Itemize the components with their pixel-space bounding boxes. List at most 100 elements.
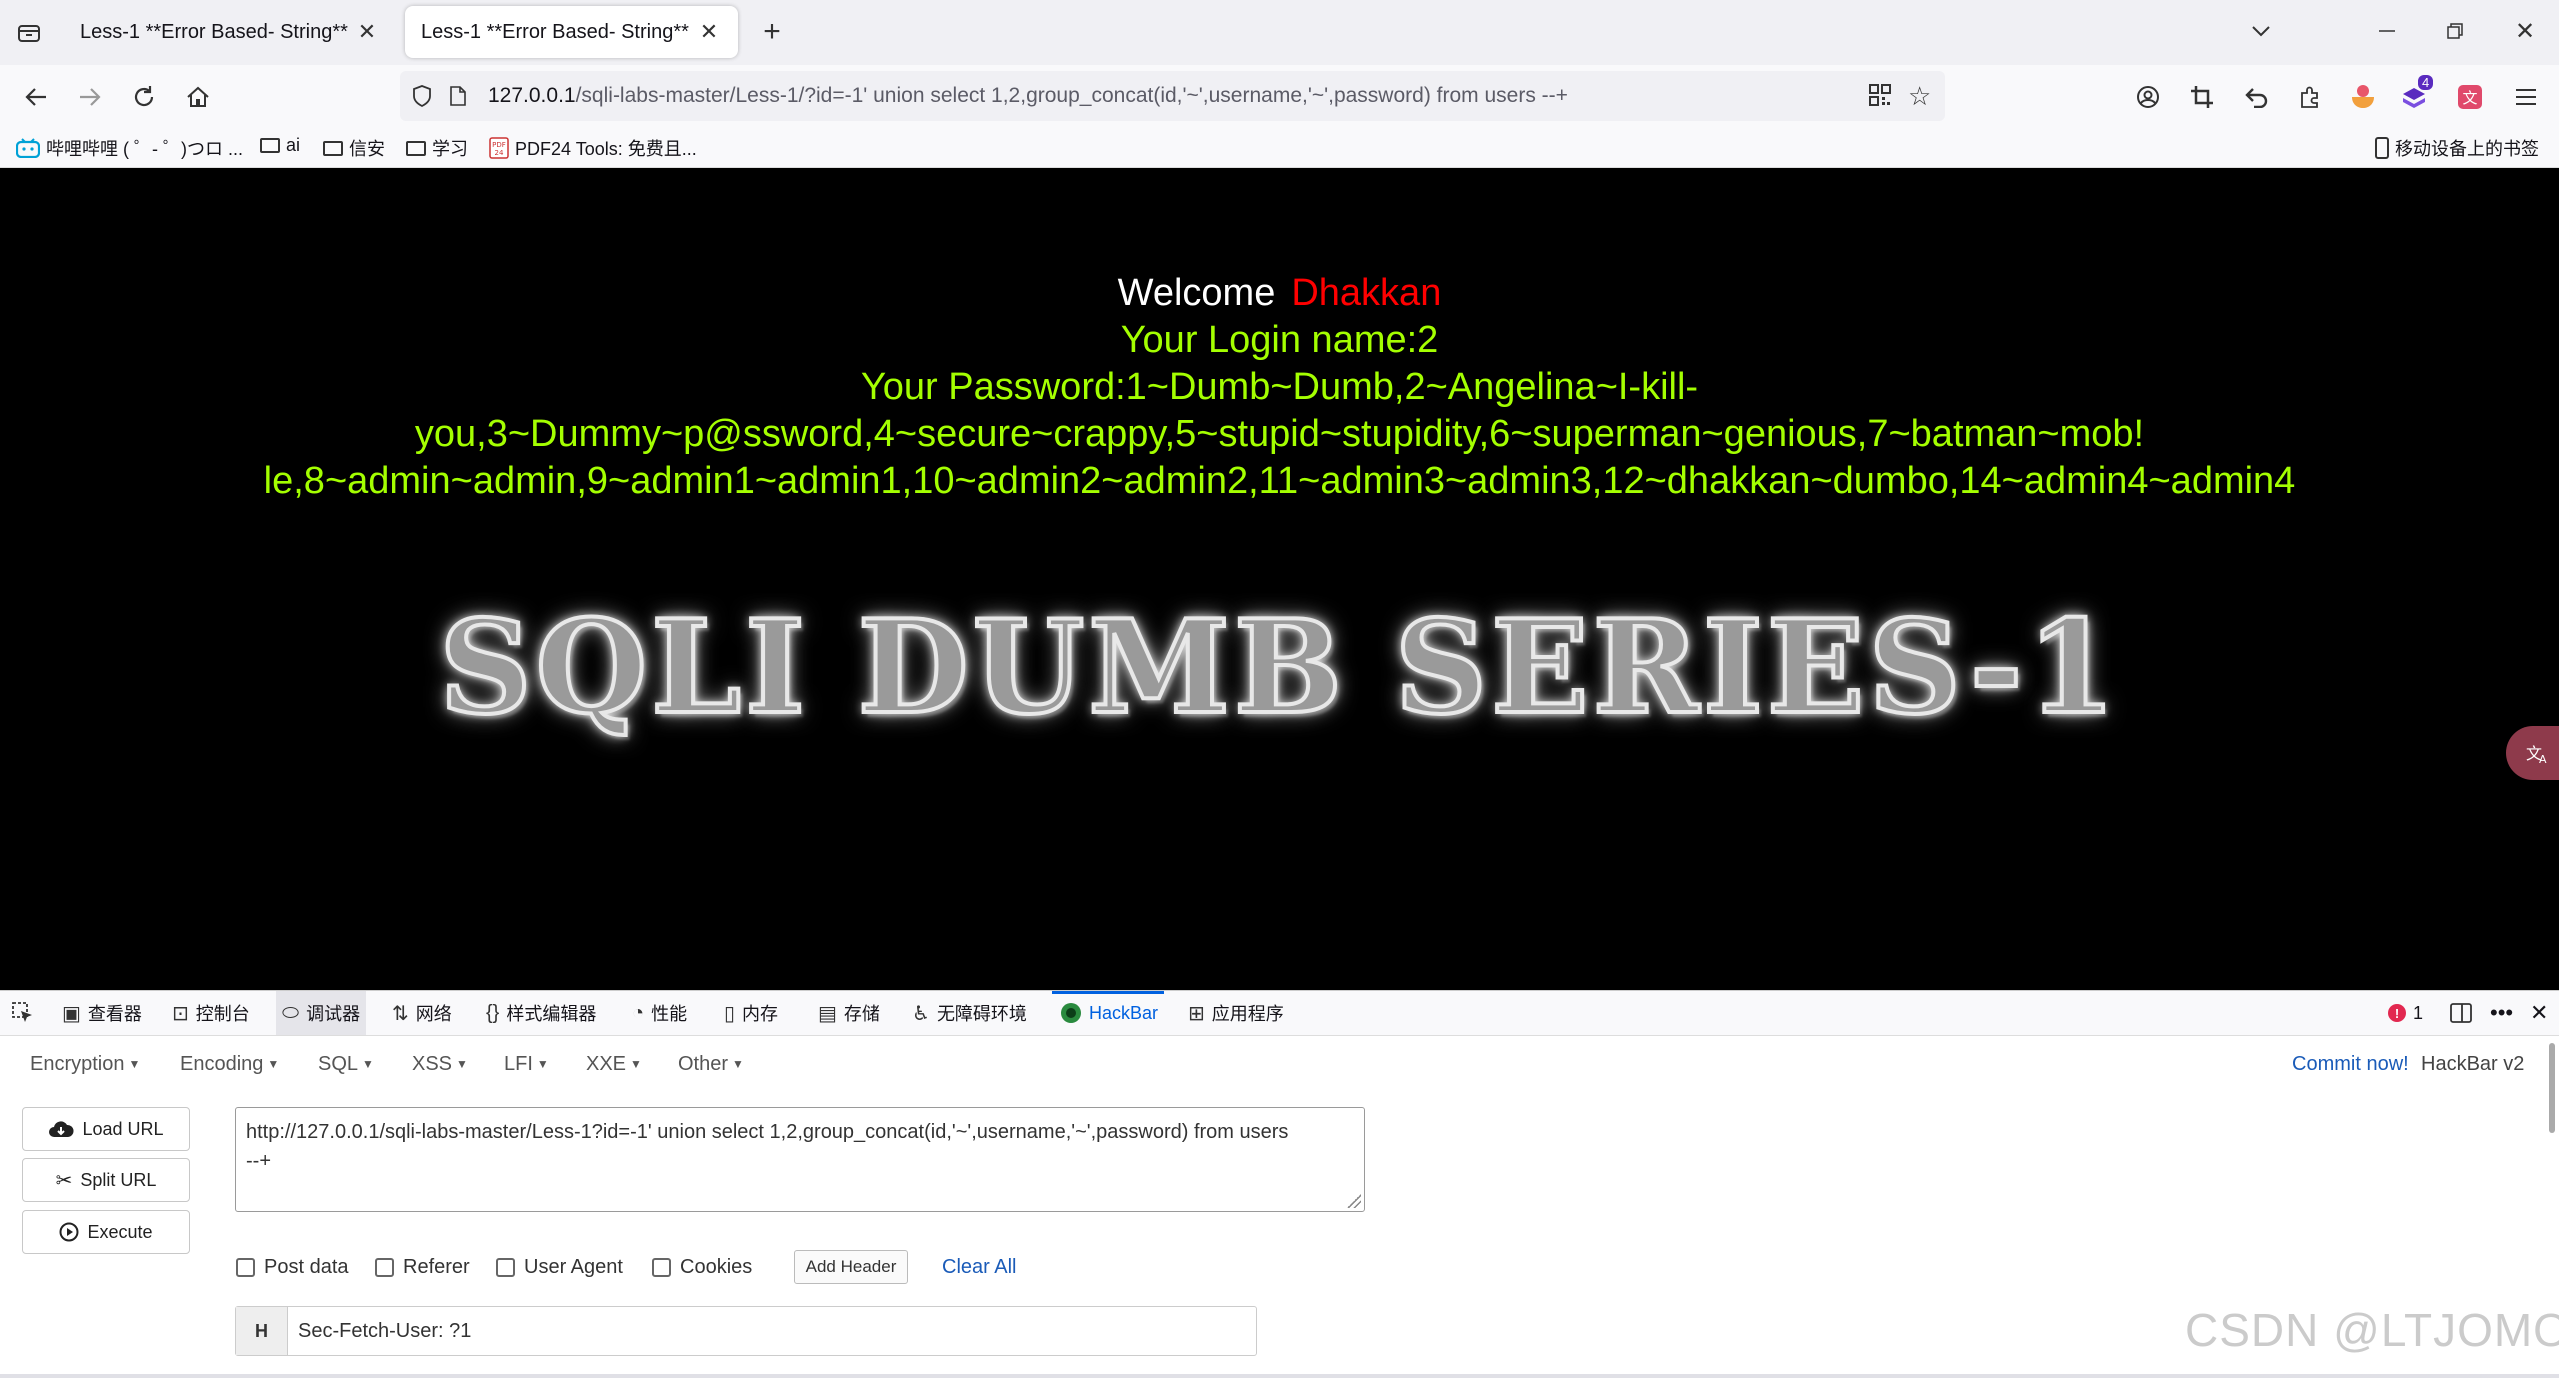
checkbox-box[interactable] [496,1258,515,1277]
window-close-icon[interactable]: ✕ [2510,16,2540,46]
devtools-close-icon[interactable]: ✕ [2530,991,2548,1035]
add-header-button[interactable]: Add Header [794,1250,908,1284]
crop-icon[interactable] [2182,77,2222,117]
page-icon[interactable] [450,86,474,106]
referer-checkbox[interactable]: Referer [375,1256,470,1279]
bookmark-bilibili[interactable]: 哔哩哔哩 ( ゜- ゜)つロ ... [16,135,243,161]
scrollbar-thumb[interactable] [2549,1043,2555,1133]
bookmark-star-icon[interactable]: ☆ [1908,81,1931,112]
close-icon[interactable]: ✕ [696,19,722,45]
caret-down-icon: ▼ [362,1057,374,1071]
minimize-icon[interactable] [2372,16,2402,46]
tab-console[interactable]: ⊡ 控制台 [172,991,250,1035]
bookmark-folder-xinan[interactable]: 信安 [323,135,385,161]
more-options-icon[interactable]: ••• [2490,991,2513,1035]
qr-code-icon[interactable] [1868,83,1892,107]
execute-button[interactable]: Execute [22,1210,190,1254]
tab-inspector[interactable]: ▣ 查看器 [62,991,142,1035]
new-tab-button[interactable]: + [755,14,789,50]
accessibility-icon: ♿ [912,1002,930,1025]
folder-icon [260,138,280,153]
svg-text:PDF: PDF [492,141,506,149]
tab-memory[interactable]: ▯ 内存 [724,991,778,1035]
browser-tab-2[interactable]: Less-1 **Error Based- String** ✕ [405,6,738,58]
clear-all-link[interactable]: Clear All [942,1256,1016,1279]
menu-icon[interactable] [2506,77,2546,117]
tab-application[interactable]: ⊞ 应用程序 [1188,991,1284,1035]
query-result: Welcome Dhakkan Your Login name:2 Your Pa… [0,270,2559,505]
split-url-button[interactable]: ✂ Split URL [22,1158,190,1202]
error-count-badge[interactable]: ! 1 [2388,991,2423,1035]
error-icon: ! [2388,1004,2406,1022]
login-name-line: Your Login name:2 [1120,319,1439,361]
load-url-button[interactable]: Load URL [22,1107,190,1151]
bookmark-label: PDF24 Tools: 免费且... [515,139,697,159]
checkbox-box[interactable] [236,1258,255,1277]
svg-text:24: 24 [495,149,504,157]
tab-storage[interactable]: ▤ 存储 [818,991,880,1035]
translate-extension-icon[interactable]: 文 [2450,77,2490,117]
extension-badge-icon[interactable]: 4 [2396,75,2436,117]
bookmark-folder-xuexi[interactable]: 学习 [406,135,468,161]
menu-sql[interactable]: SQL ▼ [318,1053,374,1076]
tab-hackbar[interactable]: HackBar [1051,991,1165,1035]
tab-title: Less-1 **Error Based- String** [80,20,348,43]
bookmark-pdf24[interactable]: PDF 24 PDF24 Tools: 免费且... [489,135,697,161]
address-bar[interactable]: 127.0.0.1/sqli-labs-master/Less-1/?id=-1… [400,71,1945,121]
checkbox-box[interactable] [652,1258,671,1277]
resize-handle-icon[interactable] [1347,1194,1361,1208]
dock-side-icon[interactable] [2450,991,2472,1035]
reload-button[interactable] [124,77,164,117]
close-icon[interactable]: ✕ [354,19,380,45]
storage-icon: ▤ [818,1002,837,1025]
chevron-down-icon[interactable] [2246,16,2276,46]
tab-accessibility[interactable]: ♿ 无障碍环境 [912,991,1027,1035]
tab-style-editor[interactable]: {} 样式编辑器 [486,991,596,1035]
navigation-bar: 127.0.0.1/sqli-labs-master/Less-1/?id=-1… [0,65,2559,127]
bookmark-label: 学习 [432,139,468,159]
menu-encryption[interactable]: Encryption ▼ [30,1053,140,1076]
bookmark-label: 移动设备上的书签 [2395,139,2539,159]
browser-tab-1[interactable]: Less-1 **Error Based- String** ✕ [64,6,396,58]
hackbar-menu: Encryption ▼ Encoding ▼ SQL ▼ XSS ▼ LFI ▼ XXE… [0,1036,2559,1091]
user-agent-checkbox[interactable]: User Agent [496,1256,623,1279]
bilibili-icon [16,138,40,158]
post-data-checkbox[interactable]: Post data [236,1256,349,1279]
caret-down-icon: ▼ [536,1057,549,1071]
bookmark-folder-ai[interactable]: ai [260,135,300,156]
welcome-text: Welcome [1117,272,1276,314]
restore-icon[interactable] [2440,16,2470,46]
tab-debugger[interactable]: ⬭ 调试器 [276,991,367,1035]
forward-button[interactable] [70,77,110,117]
extensions-icon[interactable] [2290,77,2330,117]
commit-now-link[interactable]: Commit now! [2292,1053,2409,1076]
translate-float-icon[interactable]: 文A [2506,726,2559,780]
extension-bowl-icon[interactable] [2343,77,2383,117]
undo-icon[interactable] [2236,77,2276,117]
checkbox-box[interactable] [375,1258,394,1277]
tab-performance[interactable]: ◔ 性能 [632,991,687,1035]
element-picker-icon[interactable] [12,991,34,1035]
menu-lfi[interactable]: LFI ▼ [504,1053,549,1076]
tab-list-icon[interactable] [14,18,44,48]
menu-xss[interactable]: XSS ▼ [412,1053,468,1076]
home-button[interactable] [178,77,218,117]
shield-icon[interactable] [412,85,436,107]
menu-other[interactable]: Other ▼ [678,1053,744,1076]
performance-icon: ◔ [632,1001,645,1024]
url-host: 127.0.0.1 [488,84,576,107]
tab-network[interactable]: ⇅ 网络 [392,991,452,1035]
menu-encoding[interactable]: Encoding ▼ [180,1053,279,1076]
custom-header-row: H Sec-Fetch-User: ?1 [235,1306,1257,1356]
bookmarks-toolbar: 哔哩哔哩 ( ゜- ゜)つロ ... ai 信安 学习 PDF 24 PDF24 … [0,127,2559,168]
back-button[interactable] [16,77,56,117]
hackbar-version: HackBar v2 [2421,1053,2525,1075]
cookies-checkbox[interactable]: Cookies [652,1256,752,1279]
menu-xxe[interactable]: XXE ▼ [586,1053,642,1076]
account-icon[interactable] [2128,77,2168,117]
hackbar-url-textarea[interactable]: http://127.0.0.1/sqli-labs-master/Less-1… [235,1107,1365,1212]
bookmark-label: 哔哩哔哩 ( ゜- ゜)つロ ... [46,139,243,159]
mobile-bookmarks[interactable]: 移动设备上的书签 [2375,135,2539,161]
folder-icon [406,140,426,156]
header-value-input[interactable]: Sec-Fetch-User: ?1 [288,1307,1256,1355]
